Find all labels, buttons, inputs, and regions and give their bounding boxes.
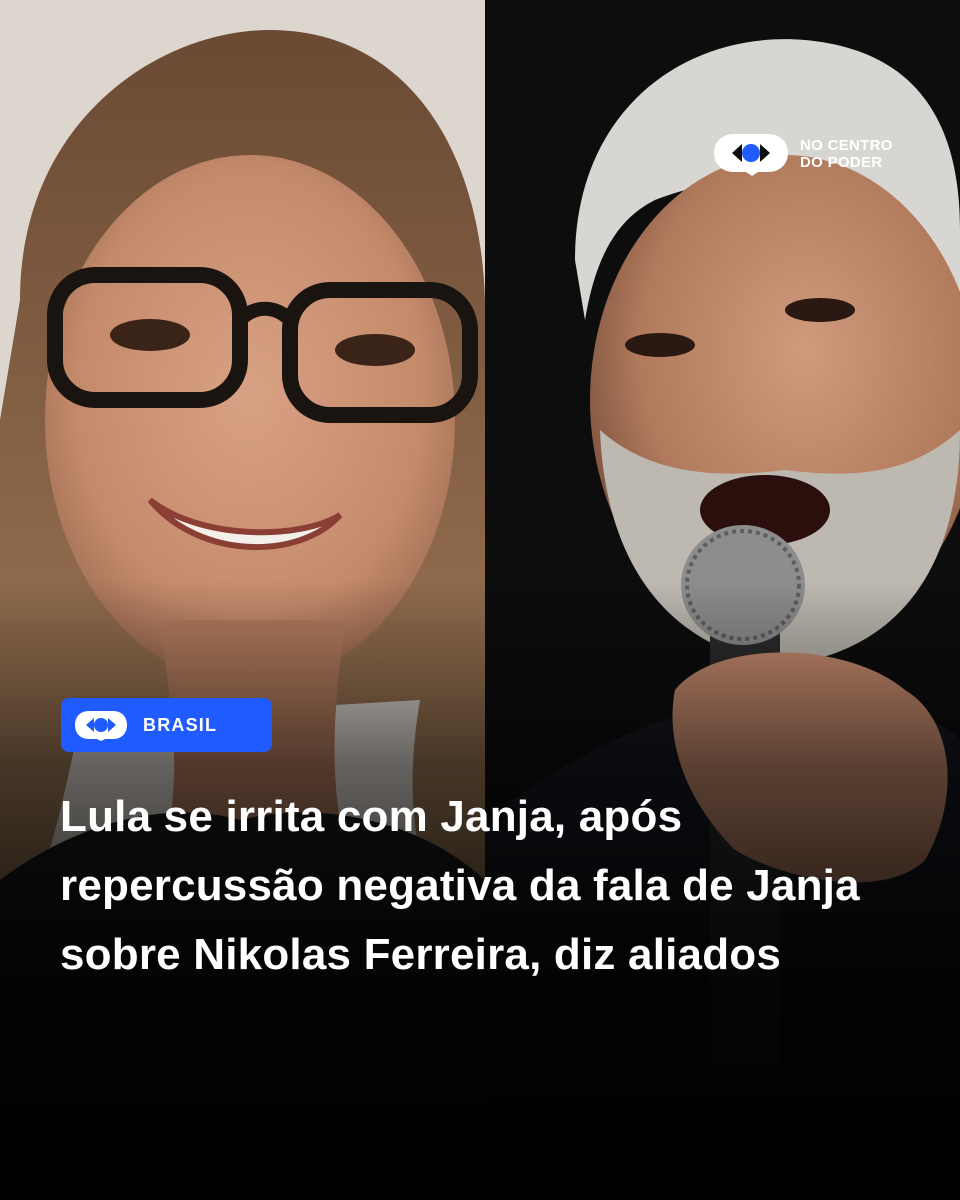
headline: Lula se irrita com Janja, após repercuss… bbox=[60, 792, 860, 979]
brand-mark-icon bbox=[714, 134, 788, 176]
badge-logo-icon bbox=[75, 711, 127, 741]
category-badge[interactable]: BRASIL bbox=[61, 698, 272, 752]
badge-label: BRASIL bbox=[143, 714, 218, 735]
brand-logo: NO CENTRO DO PODER bbox=[712, 132, 930, 176]
news-post-card: NO CENTRO DO PODER BRASIL Lula se irrita… bbox=[0, 0, 960, 1200]
brand-name: NO CENTRO DO PODER bbox=[800, 137, 893, 171]
